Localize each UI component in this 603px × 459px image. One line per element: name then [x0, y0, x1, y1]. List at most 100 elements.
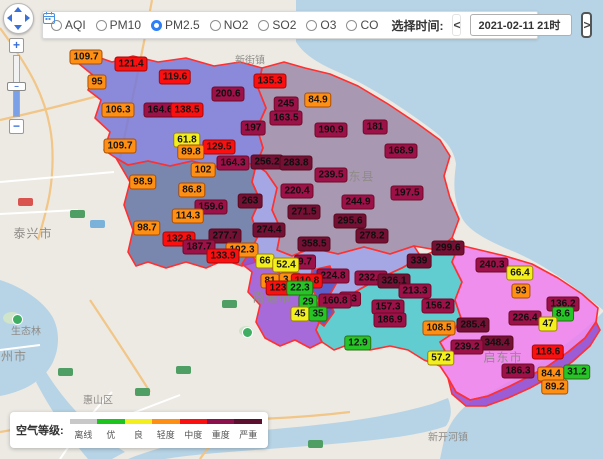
station-value-marker[interactable]: 22.3 [286, 281, 313, 296]
pan-left-icon[interactable] [7, 14, 12, 22]
station-value-marker[interactable]: 57.2 [427, 351, 454, 366]
radio-icon[interactable] [306, 20, 317, 31]
station-value-marker[interactable]: 84.9 [304, 93, 331, 108]
legend-level-label: 严重 [234, 428, 261, 441]
prev-hour-button[interactable]: < [452, 14, 461, 36]
pollutant-label: O3 [320, 18, 336, 32]
station-value-marker[interactable]: 348.4 [480, 336, 513, 351]
station-value-marker[interactable]: 106.3 [101, 103, 134, 118]
zoom-out-button[interactable]: − [9, 119, 24, 134]
station-value-marker[interactable]: 244.9 [341, 195, 374, 210]
station-value-marker[interactable]: 98.9 [129, 175, 156, 190]
zoom-in-button[interactable]: + [9, 38, 24, 53]
station-value-marker[interactable]: 283.8 [279, 156, 312, 171]
pollutant-radio-aqi[interactable]: AQI [51, 18, 86, 32]
radio-icon[interactable] [346, 20, 357, 31]
station-value-marker[interactable]: 93 [511, 284, 530, 299]
station-value-marker[interactable]: 119.6 [159, 70, 191, 85]
station-value-marker[interactable]: 98.7 [133, 221, 160, 236]
station-value-marker[interactable]: 240.3 [475, 258, 508, 273]
station-value-marker[interactable]: 95 [87, 75, 106, 90]
pollutant-radio-no2[interactable]: NO2 [210, 18, 249, 32]
station-value-marker[interactable]: 89.2 [541, 380, 568, 395]
radio-icon[interactable] [210, 20, 221, 31]
station-value-marker[interactable]: 226.4 [508, 311, 541, 326]
place-name-label: 新开河镇 [428, 429, 468, 444]
pan-up-icon[interactable] [14, 7, 22, 12]
station-value-marker[interactable]: 118.6 [532, 345, 564, 360]
station-value-marker[interactable]: 35 [308, 307, 327, 322]
station-value-marker[interactable]: 285.4 [456, 318, 489, 333]
station-value-marker[interactable]: 245 [274, 97, 299, 112]
place-name-label: 新街镇 [235, 52, 265, 67]
station-value-marker[interactable]: 156.2 [421, 299, 454, 314]
station-value-marker[interactable]: 121.4 [114, 57, 147, 72]
station-value-marker[interactable]: 138.5 [170, 103, 203, 118]
station-value-marker[interactable]: 197.5 [390, 186, 423, 201]
pollutant-label: AQI [65, 18, 86, 32]
pollutant-radio-pm10[interactable]: PM10 [96, 18, 141, 32]
legend-level-label: 中度 [180, 428, 207, 441]
date-input[interactable] [476, 18, 566, 32]
station-value-marker[interactable]: 52.4 [272, 258, 299, 273]
station-value-marker[interactable]: 164.3 [216, 156, 249, 171]
station-value-marker[interactable]: 168.9 [384, 144, 417, 159]
station-value-marker[interactable]: 358.5 [297, 237, 330, 252]
pollutant-radio-co[interactable]: CO [346, 18, 378, 32]
pan-right-icon[interactable] [25, 14, 30, 22]
station-value-marker[interactable]: 129.5 [202, 140, 235, 155]
station-value-marker[interactable]: 278.2 [355, 229, 388, 244]
station-value-marker[interactable]: 274.4 [252, 223, 285, 238]
date-picker[interactable] [470, 14, 572, 36]
station-value-marker[interactable]: 102 [191, 163, 216, 178]
zoom-slider-handle[interactable]: − [7, 82, 26, 91]
radio-icon[interactable] [258, 20, 269, 31]
station-value-marker[interactable]: 12.9 [344, 336, 371, 351]
calendar-icon[interactable] [43, 12, 55, 24]
station-value-marker[interactable]: 299.6 [431, 241, 464, 256]
pollutant-radio-pm25[interactable]: PM2.5 [151, 18, 200, 32]
station-value-marker[interactable]: 31.2 [563, 365, 590, 380]
station-value-marker[interactable]: 135.3 [253, 74, 286, 89]
legend-level-label: 优 [97, 428, 124, 441]
station-value-marker[interactable]: 108.5 [422, 321, 455, 336]
station-value-marker[interactable]: 114.3 [172, 209, 204, 224]
station-value-marker[interactable]: 295.6 [333, 214, 366, 229]
station-value-marker[interactable]: 339 [407, 254, 432, 269]
road-shield-badge [135, 388, 150, 396]
station-value-marker[interactable]: 45 [290, 307, 309, 322]
station-value-marker[interactable]: 220.4 [280, 184, 313, 199]
radio-icon[interactable] [96, 20, 107, 31]
station-value-marker[interactable]: 133.9 [206, 249, 239, 264]
map-pan-control[interactable] [3, 3, 34, 34]
station-value-marker[interactable]: 186.9 [373, 313, 406, 328]
station-value-marker[interactable]: 263 [238, 194, 263, 209]
station-value-marker[interactable]: 89.8 [177, 145, 204, 160]
park-poi-icon [242, 327, 253, 338]
next-hour-button[interactable]: > [581, 12, 592, 38]
station-value-marker[interactable]: 190.9 [314, 123, 347, 138]
station-value-marker[interactable]: 239.2 [450, 340, 483, 355]
station-value-marker[interactable]: 109.7 [69, 50, 102, 65]
station-value-marker[interactable]: 163.5 [269, 111, 302, 126]
pollutant-radio-o3[interactable]: O3 [306, 18, 336, 32]
radio-icon[interactable] [151, 20, 162, 31]
station-value-marker[interactable]: 197 [241, 121, 266, 136]
map-canvas[interactable] [0, 0, 603, 459]
station-value-marker[interactable]: 109.7 [103, 139, 136, 154]
station-value-marker[interactable]: 47 [538, 317, 557, 332]
station-value-marker[interactable]: 181 [363, 120, 388, 135]
legend-segment [125, 419, 152, 424]
station-value-marker[interactable]: 239.5 [314, 168, 347, 183]
station-value-marker[interactable]: 66.4 [506, 266, 533, 281]
legend-segment [70, 419, 97, 424]
pan-down-icon[interactable] [14, 25, 22, 30]
station-value-marker[interactable]: 200.6 [211, 87, 244, 102]
station-value-marker[interactable]: 86.8 [178, 183, 205, 198]
station-value-marker[interactable]: 186.3 [501, 364, 534, 379]
station-value-marker[interactable]: 271.5 [287, 205, 320, 220]
place-name-label: 泰兴市 [13, 225, 52, 242]
place-name-label: 惠山区 [83, 392, 113, 407]
pollutant-radio-so2[interactable]: SO2 [258, 18, 296, 32]
station-value-marker[interactable]: 213.3 [398, 284, 431, 299]
